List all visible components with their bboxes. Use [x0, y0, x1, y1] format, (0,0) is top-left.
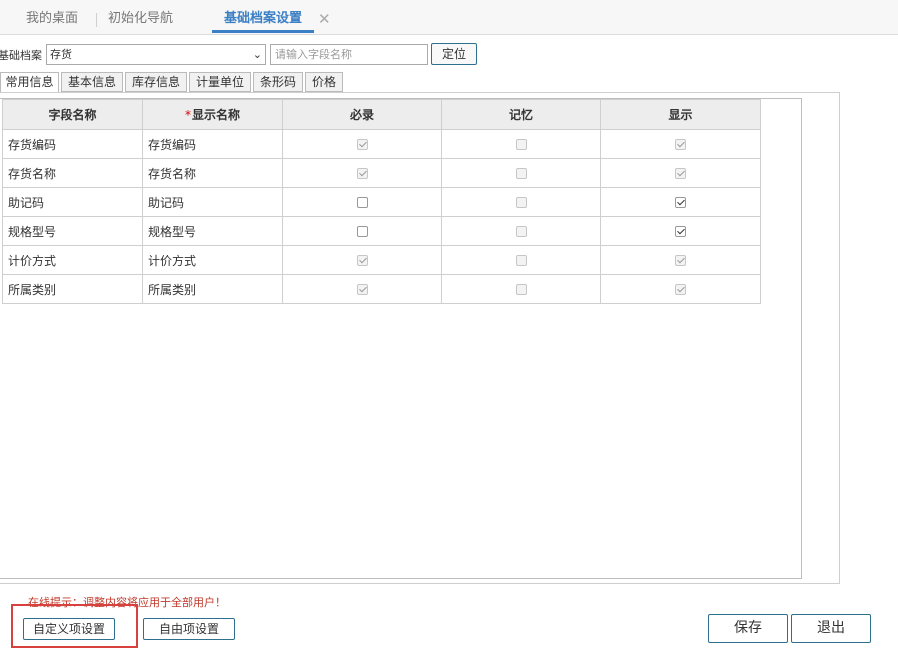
table-row: 规格型号 规格型号 — [2, 216, 761, 246]
tab-label: 初始化导航 — [108, 11, 174, 26]
memory-cell — [441, 129, 601, 159]
required-checkbox — [356, 284, 368, 295]
memory-checkbox — [515, 139, 527, 150]
required-cell — [282, 274, 442, 304]
show-cell — [600, 158, 761, 188]
required-cell — [282, 187, 442, 217]
top-tab-bar: 我的桌面 初始化导航 基础档案设置 ✕ — [0, 0, 898, 35]
required-checkbox[interactable] — [356, 226, 368, 237]
required-cell — [282, 158, 442, 188]
required-checkbox — [356, 255, 368, 266]
display-name-cell: 助记码 — [142, 187, 283, 217]
show-cell — [600, 129, 761, 159]
required-checkbox[interactable] — [356, 197, 368, 208]
memory-cell — [441, 158, 601, 188]
field-search-input[interactable]: 请输入字段名称 — [270, 44, 428, 65]
required-cell — [282, 216, 442, 246]
show-cell — [600, 274, 761, 304]
required-cell — [282, 129, 442, 159]
required-cell — [282, 245, 442, 275]
save-button[interactable]: 保存 — [708, 614, 788, 643]
search-placeholder: 请输入字段名称 — [275, 48, 352, 61]
field-name-cell: 存货编码 — [2, 129, 143, 159]
archive-label: 基础档案 — [0, 49, 42, 62]
field-name-cell: 助记码 — [2, 187, 143, 217]
memory-cell — [441, 274, 601, 304]
memory-cell — [441, 187, 601, 217]
show-checkbox — [675, 255, 686, 266]
subtab-basic-info[interactable]: 基本信息 — [61, 72, 123, 92]
display-name-cell: 存货名称 — [142, 158, 283, 188]
subtab-price[interactable]: 价格 — [305, 72, 343, 92]
show-cell — [600, 245, 761, 275]
subtab-inventory-info[interactable]: 库存信息 — [125, 72, 187, 92]
col-header-display-name: *显示名称 — [142, 99, 283, 130]
display-name-cell: 规格型号 — [142, 216, 283, 246]
memory-checkbox — [515, 255, 527, 266]
close-icon[interactable]: ✕ — [318, 0, 331, 33]
subtab-common-info[interactable]: 常用信息 — [0, 72, 59, 93]
display-name-cell: 计价方式 — [142, 245, 283, 275]
table-row: 计价方式 计价方式 — [2, 245, 761, 275]
subtab-measure-unit[interactable]: 计量单位 — [189, 72, 251, 92]
col-header-required: 必录 — [282, 99, 442, 130]
show-checkbox — [675, 284, 686, 295]
field-name-cell: 规格型号 — [2, 216, 143, 246]
table-row: 所属类别 所属类别 — [2, 274, 761, 304]
memory-cell — [441, 245, 601, 275]
required-mark: * — [184, 108, 191, 122]
field-name-cell: 所属类别 — [2, 274, 143, 304]
archive-select-value: 存货 — [50, 48, 72, 61]
table-row: 存货编码 存货编码 — [2, 129, 761, 159]
memory-cell — [441, 216, 601, 246]
show-cell — [600, 187, 761, 217]
field-name-cell: 存货名称 — [2, 158, 143, 188]
table-row: 助记码 助记码 — [2, 187, 761, 217]
tab-label: 我的桌面 — [26, 11, 79, 26]
col-header-show: 显示 — [600, 99, 761, 130]
tab-init-navigation[interactable]: 初始化导航 — [108, 0, 173, 33]
free-items-button[interactable]: 自由项设置 — [143, 618, 235, 640]
show-checkbox — [675, 168, 686, 179]
field-name-cell: 计价方式 — [2, 245, 143, 275]
show-checkbox[interactable] — [675, 197, 686, 208]
highlight-box — [11, 604, 138, 648]
show-checkbox[interactable] — [675, 226, 686, 237]
tab-label: 基础档案设置 — [224, 11, 303, 26]
tab-separator — [96, 13, 97, 27]
col-header-field-name: 字段名称 — [2, 99, 143, 130]
exit-button[interactable]: 退出 — [791, 614, 871, 643]
display-name-cell: 所属类别 — [142, 274, 283, 304]
chevron-down-icon: ⌄ — [252, 48, 262, 61]
active-tab-indicator — [212, 30, 315, 33]
show-cell — [600, 216, 761, 246]
grid-header-row: 字段名称 *显示名称 必录 记忆 显示 — [2, 99, 761, 130]
required-checkbox — [356, 168, 368, 179]
show-checkbox — [675, 139, 686, 150]
display-name-cell: 存货编码 — [142, 129, 283, 159]
locate-button[interactable]: 定位 — [431, 43, 477, 65]
archive-select[interactable]: 存货 ⌄ — [46, 44, 266, 65]
subtab-barcode[interactable]: 条形码 — [253, 72, 303, 92]
memory-checkbox — [515, 197, 527, 208]
col-header-memory: 记忆 — [441, 99, 601, 130]
memory-checkbox — [515, 284, 527, 295]
memory-checkbox — [515, 168, 527, 179]
field-settings-grid: 字段名称 *显示名称 必录 记忆 显示 存货编码 存货编码 存货名称 存货名称 助记码助… — [2, 99, 761, 304]
required-checkbox — [356, 139, 368, 150]
table-row: 存货名称 存货名称 — [2, 158, 761, 188]
tab-basic-archive-settings[interactable]: 基础档案设置 — [212, 0, 315, 33]
memory-checkbox — [515, 226, 527, 237]
col-header-label: 显示名称 — [191, 108, 240, 122]
tab-my-desktop[interactable]: 我的桌面 — [26, 0, 78, 33]
